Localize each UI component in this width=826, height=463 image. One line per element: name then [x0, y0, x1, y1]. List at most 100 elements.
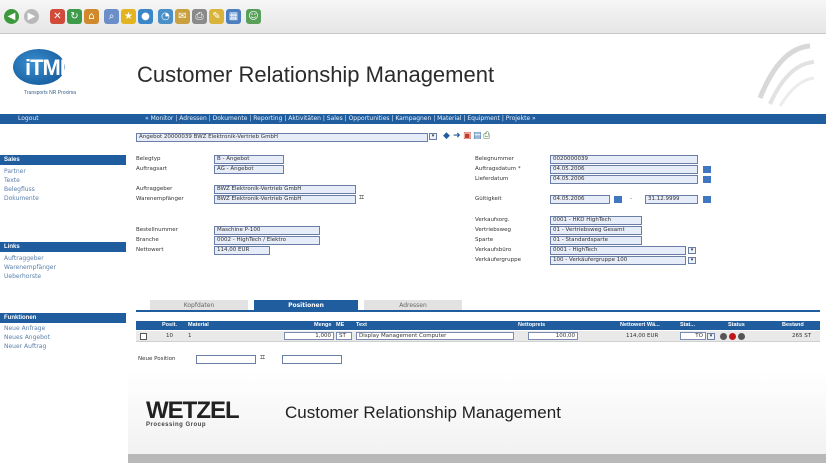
new-position-material-field[interactable] — [196, 355, 256, 364]
table-row[interactable]: 10 1 1,000 ST Display Management Compute… — [136, 331, 820, 342]
sidebar-item-dokumente[interactable]: Dokumente — [4, 195, 39, 202]
document-select[interactable]: Angebot 20000039 BWZ Elektronik-Vertrieb… — [136, 133, 428, 142]
gueltigkeit-to-field[interactable]: 31.12.9999 — [645, 195, 698, 204]
logout-link[interactable]: Logout — [18, 115, 39, 122]
module-menu[interactable]: « Monitor | Adressen | Dokumente | Repor… — [145, 115, 536, 122]
gueltigkeit-from-calendar-icon[interactable] — [614, 196, 622, 203]
watermark-graphic — [757, 43, 815, 107]
mail-icon[interactable]: ✉ — [175, 9, 190, 24]
sidebar: Sales Partner Texte Belegfluss Dokumente… — [0, 124, 128, 463]
belegnummer-field: 0020000039 — [550, 155, 698, 164]
sidebar-item-partner[interactable]: Partner — [4, 168, 26, 175]
history-icon[interactable]: ◔ — [158, 9, 173, 24]
status-dot-dark-icon — [738, 333, 745, 340]
belegtyp-field[interactable]: B - Angebot — [214, 155, 284, 164]
col-status: Status — [728, 322, 745, 328]
row-pos: 10 — [166, 333, 173, 339]
footer-bar — [128, 454, 826, 463]
bestellnummer-label: Bestellnummer — [136, 227, 178, 233]
logo-text: iTML — [25, 55, 73, 80]
save-icon[interactable]: ▤ — [473, 132, 482, 141]
col-nettopreis: Nettopreis — [518, 322, 546, 328]
sidebar-item-texte[interactable]: Texte — [4, 177, 20, 184]
browser-toolbar: ◀ ▶ ✕ ↻ ⌂ ⌕ ★ ● ◔ ✉ ⎙ ✎ ▦ ☺ — [0, 0, 826, 34]
messenger-icon[interactable]: ☺ — [246, 9, 261, 24]
verkaufsbuero-select[interactable]: 0001 - HighTech — [550, 246, 686, 255]
document-select-dropdown[interactable]: ▾ — [429, 133, 437, 140]
main-navbar: Logout « Monitor | Adressen | Dokumente … — [0, 114, 826, 124]
row-stat-dropdown[interactable]: ▾ — [707, 333, 715, 340]
sidebar-item-belegfluss[interactable]: Belegfluss — [4, 186, 35, 193]
gueltigkeit-to-calendar-icon[interactable] — [703, 196, 711, 203]
next-arrow-icon[interactable]: ➜ — [453, 132, 461, 141]
sidebar-section-sales: Sales — [0, 155, 126, 165]
sidebar-item-ueberhorste[interactable]: Ueberhorste — [4, 273, 41, 280]
forward-icon[interactable]: ▶ — [24, 9, 39, 24]
verkaeufergruppe-dropdown[interactable]: ▾ — [688, 257, 696, 264]
verkaufsorg-field[interactable]: 0001 - HKD HighTech — [550, 216, 642, 225]
print-icon[interactable]: ⎙ — [192, 9, 207, 24]
warenempfaenger-field[interactable]: BWZ Elektronik-Vertrieb GmbH — [214, 195, 356, 204]
search-icon[interactable]: ⌕ — [104, 9, 119, 24]
row-checkbox[interactable] — [140, 333, 147, 340]
app-header: iTML Transports NR Proxima Customer Rela… — [0, 34, 826, 114]
sparte-field[interactable]: 01 - Standardsparte — [550, 236, 642, 245]
row-menge-field[interactable]: 1,000 — [284, 332, 334, 340]
gueltigkeit-from-field[interactable]: 04.05.2006 — [550, 195, 610, 204]
status-dot-red-icon — [729, 333, 736, 340]
col-posit: Posit. — [162, 322, 177, 328]
binoculars-icon[interactable]: ⌗ — [359, 194, 364, 203]
delete-icon[interactable]: ▣ — [463, 132, 472, 141]
auftragsart-label: Auftragsart — [136, 166, 168, 172]
media-icon[interactable]: ● — [138, 9, 153, 24]
row-me-field[interactable]: ST — [336, 332, 352, 340]
edit-icon[interactable]: ✎ — [209, 9, 224, 24]
print-doc-icon[interactable]: ⎙ — [483, 132, 490, 141]
back-icon[interactable]: ◀ — [4, 9, 19, 24]
verkaufsbuero-dropdown[interactable]: ▾ — [688, 247, 696, 254]
new-position-search-icon[interactable]: ⌗ — [260, 354, 265, 363]
lieferdatum-calendar-icon[interactable] — [703, 176, 711, 183]
warenempfaenger-label: Warenempfänger — [136, 196, 184, 202]
bestellnummer-field[interactable]: Maschine P-100 — [214, 226, 320, 235]
col-me: ME — [336, 322, 345, 328]
wetzel-logo: WETZEL — [146, 397, 240, 424]
auftraggeber-label: Auftraggeber — [136, 186, 173, 192]
sidebar-item-neue-anfrage[interactable]: Neue Anfrage — [4, 325, 45, 332]
verkaufsorg-label: Verkaufsorg. — [475, 217, 510, 223]
refresh-icon[interactable]: ↻ — [67, 9, 82, 24]
auftragsdatum-field[interactable]: 04.05.2006 — [550, 165, 698, 174]
tab-positionen[interactable]: Positionen — [254, 300, 358, 310]
sidebar-item-neues-angebot[interactable]: Neues Angebot — [4, 334, 50, 341]
favorites-icon[interactable]: ★ — [121, 9, 136, 24]
prev-arrow-icon[interactable]: ◆ — [443, 132, 450, 141]
nettowert-label: Nettowert — [136, 247, 164, 253]
branche-field[interactable]: 0002 - HighTech / Elektro — [214, 236, 320, 245]
sidebar-item-auftraggeber[interactable]: Auftraggeber — [4, 255, 44, 262]
sidebar-item-warenempfaenger[interactable]: Warenempfänger — [4, 264, 56, 271]
row-material: 1 — [188, 333, 192, 339]
verkaeufergruppe-select[interactable]: 100 - Verkäufergruppe 100 — [550, 256, 686, 265]
sidebar-section-links: Links — [0, 242, 126, 252]
tab-adressen[interactable]: Adressen — [364, 300, 462, 310]
sidebar-item-neuer-auftrag[interactable]: Neuer Auftrag — [4, 343, 46, 350]
lieferdatum-field[interactable]: 04.05.2006 — [550, 175, 698, 184]
status-dot-grey-icon — [720, 333, 727, 340]
tab-underline — [136, 310, 820, 312]
discuss-icon[interactable]: ▦ — [226, 9, 241, 24]
auftragsdatum-calendar-icon[interactable] — [703, 166, 711, 173]
belegnummer-label: Belegnummer — [475, 156, 514, 162]
row-nettopreis-field[interactable]: 100,00 — [528, 332, 578, 340]
row-stat-field[interactable]: TO — [680, 332, 706, 340]
row-text-field[interactable]: Display Management Computer — [356, 332, 514, 340]
auftragsart-field[interactable]: AG - Angebot — [214, 165, 284, 174]
auftraggeber-field[interactable]: BWZ Elektronik-Vertrieb GmbH — [214, 185, 356, 194]
tab-kopfdaten[interactable]: Kopfdaten — [150, 300, 248, 310]
footer-title: Customer Relationship Management — [285, 403, 561, 422]
auftragsdatum-label: Auftragsdatum * — [475, 166, 521, 172]
sidebar-section-funktionen: Funktionen — [0, 313, 126, 323]
vertriebsweg-field[interactable]: 01 - Vertriebsweg Gesamt — [550, 226, 642, 235]
stop-icon[interactable]: ✕ — [50, 9, 65, 24]
home-icon[interactable]: ⌂ — [84, 9, 99, 24]
new-position-quantity-field[interactable] — [282, 355, 342, 364]
